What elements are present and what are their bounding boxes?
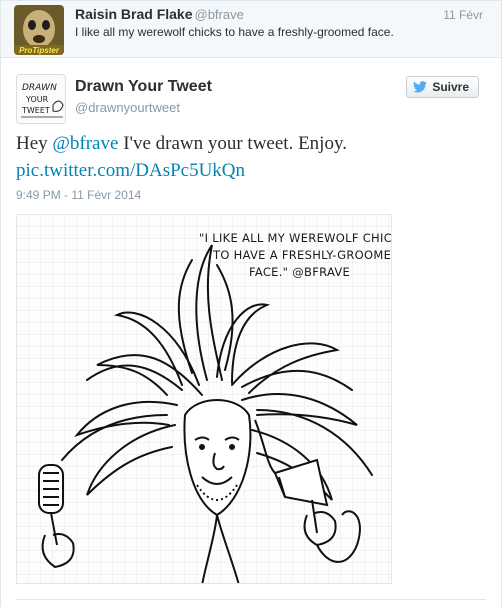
caption-line-3: FACE." @BFRAVE — [249, 265, 350, 279]
avatar-line-1: DRAWN — [22, 83, 57, 93]
reply-timestamp[interactable]: 11 Févr — [443, 8, 483, 22]
tweet-text-prefix: Hey — [16, 133, 53, 154]
caption-line-1: "I LIKE ALL MY WEREWOLF CHICKS — [199, 231, 392, 245]
tweet-text: Hey @bfrave I've drawn your tweet. Enjoy… — [16, 130, 486, 184]
reply-display-name[interactable]: Raisin Brad Flake — [75, 6, 193, 22]
main-display-name[interactable]: Drawn Your Tweet — [75, 78, 212, 96]
follow-button[interactable]: Suivre — [406, 76, 479, 98]
avatar-line-2: YOUR — [25, 95, 49, 104]
reply-handle[interactable]: @bfrave — [195, 7, 244, 22]
reply-tweet[interactable]: ProTipster Raisin Brad Flake @bfrave 11 F… — [0, 0, 502, 58]
main-tweet: DRAWN YOUR TWEET Drawn Your Tweet @drawn… — [0, 58, 502, 607]
reply-text: I like all my werewolf chicks to have a … — [75, 25, 394, 39]
tweet-timestamp[interactable]: 9:49 PM - 11 Févr 2014 — [16, 188, 141, 202]
main-handle[interactable]: @drawnyourtweet — [75, 100, 180, 115]
twitter-bird-icon — [413, 81, 428, 93]
follow-label: Suivre — [432, 80, 469, 94]
tweet-text-body: I've drawn your tweet. Enjoy. — [118, 133, 347, 154]
main-avatar[interactable]: DRAWN YOUR TWEET — [16, 74, 66, 124]
tweet-media-drawing[interactable]: "I LIKE ALL MY WEREWOLF CHICKS TO HAVE A… — [16, 214, 392, 584]
avatar-line-3: TWEET — [21, 106, 50, 115]
mention-link[interactable]: @bfrave — [52, 133, 118, 154]
caption-line-2: TO HAVE A FRESHLY-GROOMED — [212, 248, 392, 262]
avatar-badge-label: ProTipster — [19, 46, 60, 55]
reply-author-name[interactable]: Raisin Brad Flake @bfrave — [75, 6, 244, 22]
reply-avatar[interactable]: ProTipster — [14, 5, 64, 55]
media-link[interactable]: pic.twitter.com/DAsPc5UkQn — [16, 160, 245, 181]
divider — [16, 599, 486, 600]
